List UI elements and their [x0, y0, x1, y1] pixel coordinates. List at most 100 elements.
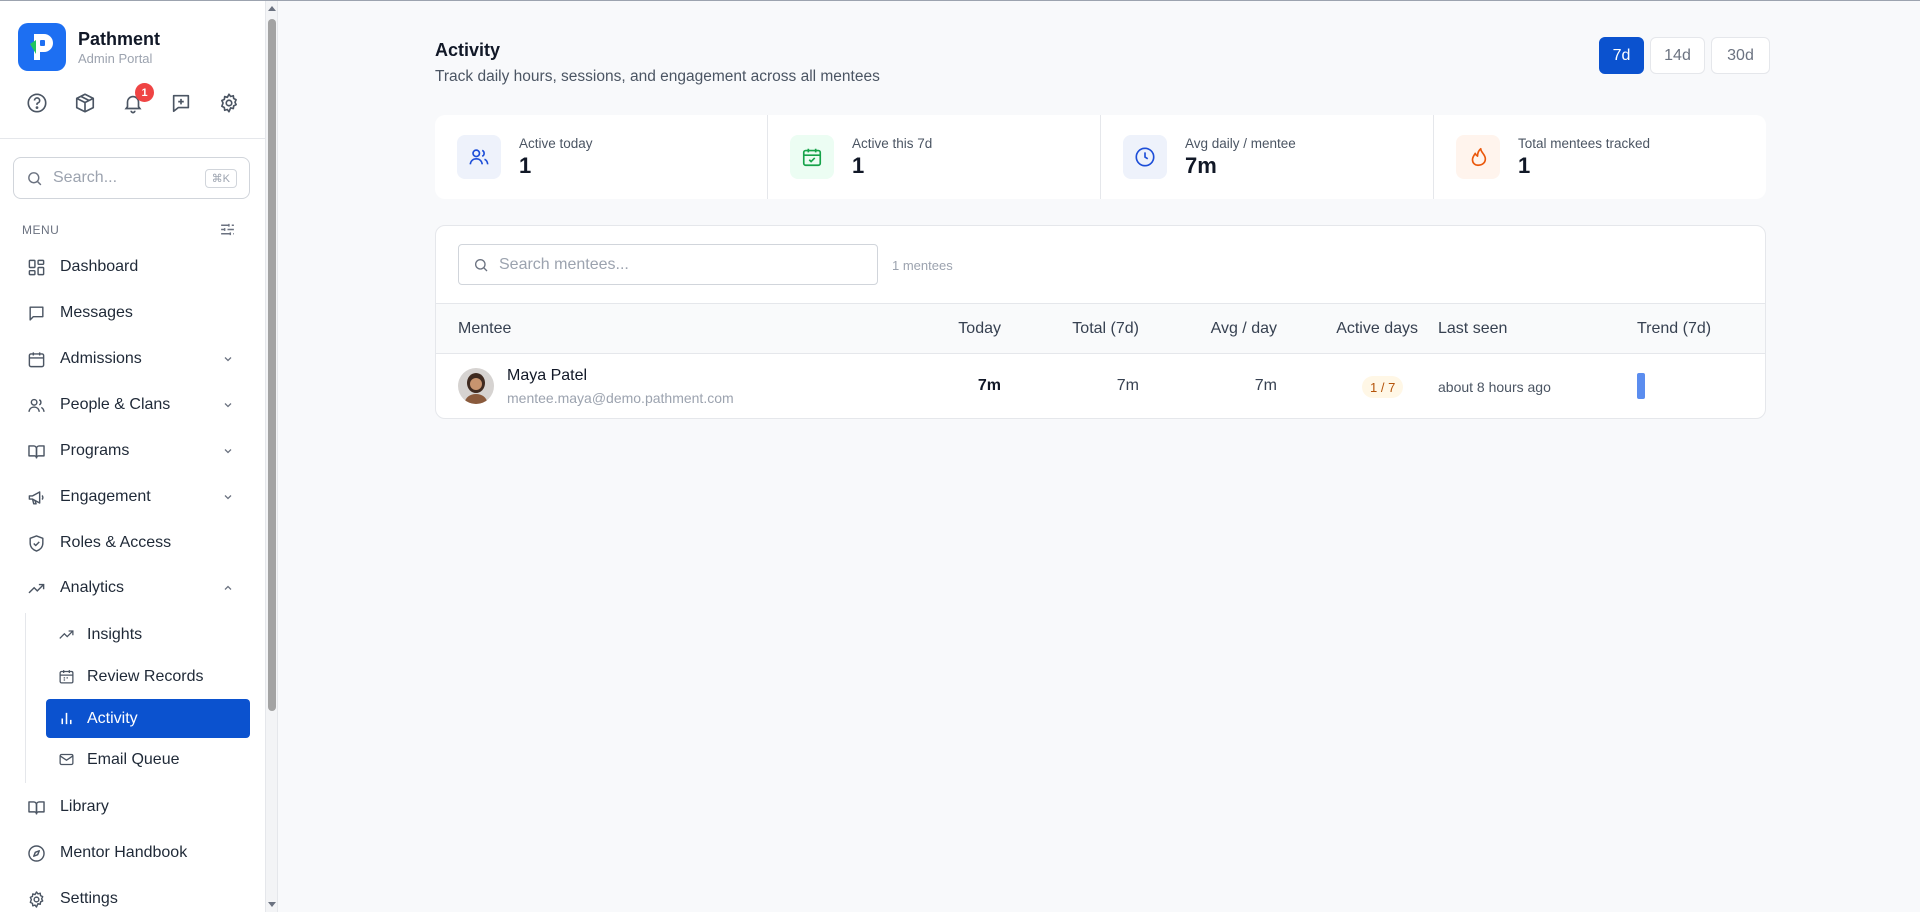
range-selector: 7d 14d 30d [1599, 37, 1770, 74]
column-header-total[interactable]: Total (7d) [1019, 320, 1139, 338]
stat-active-today: Active today 1 [435, 115, 768, 199]
column-header-mentee[interactable]: Mentee [458, 320, 511, 338]
page-title: Activity [435, 40, 501, 60]
sidebar-item-label: Settings [60, 890, 118, 907]
sidebar-divider [0, 138, 266, 139]
notifications-button[interactable]: 1 [120, 83, 154, 116]
menu-settings-button[interactable] [219, 221, 236, 243]
sidebar-item-settings[interactable]: Settings [16, 879, 250, 912]
mentee-name: Maya Patel [507, 367, 588, 384]
page-subtitle: Track daily hours, sessions, and engagem… [435, 68, 880, 85]
mentee-email: mentee.maya@demo.pathment.com [507, 390, 734, 406]
stat-total-mentees: Total mentees tracked 1 [1434, 115, 1766, 199]
sidebar-subitem-insights[interactable]: Insights [46, 615, 250, 654]
stat-value: 1 [852, 153, 865, 178]
column-header-active-days[interactable]: Active days [1288, 320, 1418, 338]
brand[interactable]: Pathment Admin Portal [18, 23, 160, 71]
trend-bar [1637, 373, 1645, 399]
stat-avg-daily: Avg daily / mentee 7m [1101, 115, 1434, 199]
users-icon [457, 135, 501, 179]
sidebar-item-roles-access[interactable]: Roles & Access [16, 523, 250, 563]
message-square-icon [26, 303, 46, 323]
cell-avg-day: 7m [1254, 377, 1277, 394]
shield-check-icon [26, 533, 46, 553]
sidebar-subitem-label: Email Queue [87, 750, 180, 768]
stat-value: 7m [1185, 153, 1217, 178]
column-header-avg-day[interactable]: Avg / day [1157, 320, 1277, 338]
search-shortcut: ⌘K [204, 168, 237, 188]
chevron-down-icon [224, 449, 232, 454]
cell-last-seen: about 8 hours ago [1438, 379, 1551, 395]
scroll-thumb[interactable] [268, 19, 276, 711]
sidebar-item-admissions[interactable]: Admissions [16, 339, 250, 379]
mentee-search-input[interactable] [499, 255, 863, 274]
avatar [458, 368, 494, 404]
chevron-down-icon [224, 357, 232, 362]
packages-button[interactable] [72, 90, 98, 116]
notification-badge: 1 [135, 83, 154, 102]
sidebar-scrollbar[interactable] [266, 1, 278, 912]
stats-card: Active today 1 Active this 7d 1 Avg dail… [435, 115, 1766, 199]
box-icon [75, 93, 95, 113]
stat-label: Active this 7d [852, 136, 933, 151]
sidebar-item-programs[interactable]: Programs [16, 431, 250, 471]
column-header-trend[interactable]: Trend (7d) [1637, 320, 1711, 338]
stat-label: Avg daily / mentee [1185, 136, 1296, 151]
stat-label: Total mentees tracked [1518, 136, 1651, 151]
flame-icon [1456, 135, 1500, 179]
stat-value: 1 [1518, 153, 1531, 178]
stat-label: Active today [519, 136, 593, 151]
sidebar-item-label: Programs [60, 442, 130, 459]
scroll-down-arrow-icon[interactable] [268, 902, 276, 907]
settings-button[interactable] [216, 90, 242, 116]
menu-label: MENU [22, 223, 60, 237]
search-icon [28, 171, 42, 185]
sidebar-item-label: People & Clans [60, 396, 171, 413]
table-row[interactable]: Maya Patel mentee.maya@demo.pathment.com… [436, 354, 1765, 418]
calendar-check-icon [790, 135, 834, 179]
calendar-icon [59, 670, 74, 684]
sidebar-search-input[interactable] [53, 169, 205, 187]
sidebar-search[interactable]: ⌘K [13, 157, 250, 199]
sidebar-subitem-email-queue[interactable]: Email Queue [46, 740, 250, 779]
range-30d-button[interactable]: 30d [1711, 37, 1770, 74]
column-header-last-seen[interactable]: Last seen [1438, 320, 1507, 338]
sidebar-item-messages[interactable]: Messages [16, 293, 250, 333]
scroll-up-arrow-icon[interactable] [268, 6, 276, 11]
range-7d-button[interactable]: 7d [1599, 37, 1644, 74]
sidebar-subitem-review-records[interactable]: Review Records [46, 657, 250, 696]
sidebar-subitem-label: Review Records [87, 667, 204, 685]
sidebar-subitem-activity[interactable]: Activity [46, 699, 250, 738]
pathment-logo-icon [18, 23, 66, 71]
sidebar-toolbar: 1 [24, 83, 242, 116]
clock-icon [1123, 135, 1167, 179]
sidebar-item-label: Analytics [60, 579, 125, 596]
sidebar-item-mentor-handbook[interactable]: Mentor Handbook [16, 833, 250, 873]
chevron-down-icon [224, 403, 232, 408]
users-icon [26, 395, 46, 415]
trending-up-icon [59, 630, 74, 639]
gear-icon [26, 889, 46, 909]
sidebar-item-label: Roles & Access [60, 534, 172, 551]
megaphone-icon [26, 487, 46, 507]
calendar-icon [26, 349, 46, 369]
trending-up-icon [26, 578, 46, 598]
sidebar-item-dashboard[interactable]: Dashboard [16, 247, 250, 287]
search-icon [475, 258, 488, 271]
new-item-button[interactable] [168, 90, 194, 116]
sidebar-item-label: Engagement [60, 488, 151, 505]
range-14d-button[interactable]: 14d [1650, 37, 1705, 74]
sidebar-item-analytics[interactable]: Analytics [16, 568, 250, 608]
mentee-search[interactable] [458, 244, 878, 285]
sidebar-item-label: Mentor Handbook [60, 844, 188, 861]
active-days-badge: 1 / 7 [1362, 376, 1404, 398]
column-header-today[interactable]: Today [921, 320, 1001, 338]
sidebar-item-people-clans[interactable]: People & Clans [16, 385, 250, 425]
help-button[interactable] [24, 90, 50, 116]
sidebar-item-engagement[interactable]: Engagement [16, 477, 250, 517]
sidebar-subitem-label: Insights [87, 625, 143, 643]
sidebar-item-label: Library [60, 798, 109, 815]
sidebar-item-library[interactable]: Library [16, 787, 250, 827]
chevron-up-icon [224, 585, 232, 590]
book-open-icon [26, 797, 46, 817]
